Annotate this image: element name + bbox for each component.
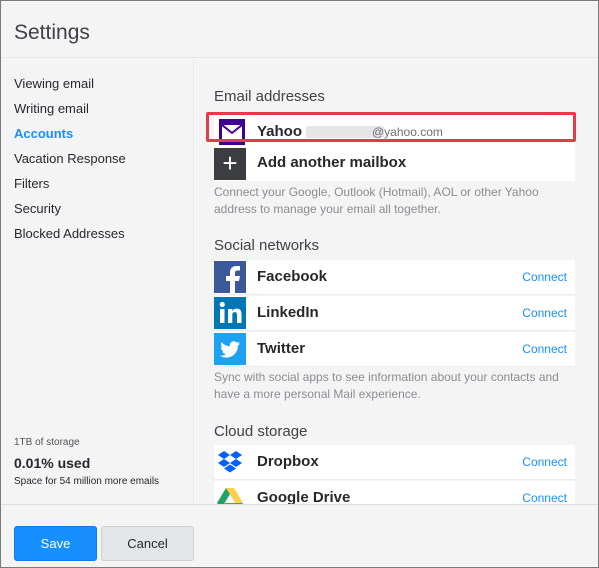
email-description: Connect your Google, Outlook (Hotmail), … <box>214 185 539 216</box>
dialog-title: Settings <box>14 21 90 44</box>
connect-google-drive-link[interactable]: Connect <box>522 491 567 504</box>
dialog-header: Settings <box>1 1 598 58</box>
google-drive-label: Google Drive <box>257 489 351 504</box>
social-description: Sync with social apps to see information… <box>214 370 559 401</box>
facebook-label: Facebook <box>257 268 328 285</box>
sidebar-item-accounts[interactable]: Accounts <box>14 125 126 150</box>
social-row-facebook: Facebook Connect <box>214 260 575 295</box>
section-title-cloud: Cloud storage <box>214 423 308 440</box>
linkedin-label: LinkedIn <box>257 304 319 321</box>
storage-space: Space for 54 million more emails <box>14 476 160 487</box>
add-mailbox-label: Add another mailbox <box>257 154 407 171</box>
sidebar-item-viewing-email[interactable]: Viewing email <box>14 75 126 100</box>
connect-twitter-link[interactable]: Connect <box>522 342 567 356</box>
connect-linkedin-link[interactable]: Connect <box>522 306 567 320</box>
storage-total: 1TB of storage <box>14 437 80 448</box>
sidebar-item-writing-email[interactable]: Writing email <box>14 100 126 125</box>
section-title-email: Email addresses <box>214 88 325 105</box>
plus-icon: + <box>214 148 246 180</box>
social-row-linkedin: LinkedIn Connect <box>214 296 575 331</box>
facebook-icon <box>214 260 246 294</box>
linkedin-icon <box>214 296 246 330</box>
google-drive-icon <box>214 481 246 504</box>
sidebar-item-vacation-response[interactable]: Vacation Response <box>14 150 126 175</box>
social-row-twitter: Twitter Connect <box>214 332 575 367</box>
cancel-button[interactable]: Cancel <box>101 526 194 561</box>
dialog-footer: Save Cancel <box>1 504 598 567</box>
storage-info: 1TB of storage 0.01% used Space for 54 m… <box>14 437 159 487</box>
accounts-panel: Email addresses Yahoo @yahoo.com + Add a… <box>194 58 598 504</box>
settings-sidebar: Viewing email Writing email Accounts Vac… <box>1 58 194 504</box>
highlight-box <box>206 112 576 142</box>
cloud-row-dropbox: Dropbox Connect <box>214 445 575 480</box>
section-title-social: Social networks <box>214 237 320 254</box>
storage-used: 0.01% used <box>14 455 91 471</box>
sidebar-item-security[interactable]: Security <box>14 200 126 225</box>
sidebar-item-filters[interactable]: Filters <box>14 175 126 200</box>
cloud-row-google-drive: Google Drive Connect <box>214 481 575 504</box>
save-button[interactable]: Save <box>14 526 97 561</box>
sidebar-item-blocked-addresses[interactable]: Blocked Addresses <box>14 225 126 250</box>
connect-facebook-link[interactable]: Connect <box>522 270 567 284</box>
settings-nav: Viewing email Writing email Accounts Vac… <box>14 75 126 250</box>
dropbox-label: Dropbox <box>257 453 319 470</box>
connect-dropbox-link[interactable]: Connect <box>522 455 567 469</box>
add-mailbox-button[interactable]: + Add another mailbox <box>214 147 575 181</box>
twitter-icon <box>214 332 246 366</box>
dropbox-icon <box>214 445 246 479</box>
twitter-label: Twitter <box>257 340 306 357</box>
settings-dialog: Settings Viewing email Writing email Acc… <box>0 0 599 568</box>
